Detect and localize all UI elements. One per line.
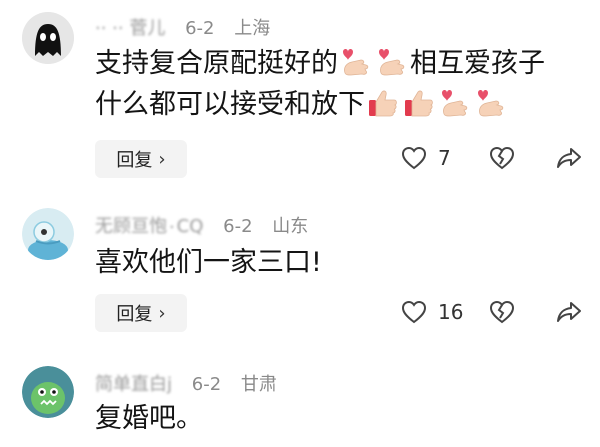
comment-text-line1: 支持复合原配挺好的 [95,48,338,79]
comment-meta: 简单直白j 6-2 甘肃 [95,370,277,396]
ghost-avatar-icon [22,12,74,64]
comment-text: 复婚吧。 [95,400,203,438]
comment-meta: ·· ·· 菅儿 6-2 上海 [95,14,270,40]
broken-heart-icon [489,300,515,324]
comment-date: 6-2 [185,18,215,39]
finger-heart-emoji [379,49,405,76]
share-arrow-icon [557,148,581,168]
comment-location: 山东 [272,216,309,237]
username[interactable]: 简单直白j [95,374,172,395]
comment-text-2: 什么都可以接受和放下 [95,86,509,124]
like-count: 7 [438,146,451,170]
username[interactable]: ·· ·· 菅儿 [95,18,165,39]
comment-text-line1b: 相互爱孩子 [410,48,545,79]
dislike-button[interactable] [488,298,516,326]
finger-heart-emoji [343,49,369,76]
comment-text: 喜欢他们一家三口! [95,244,322,282]
username[interactable]: 无顾亘怉۰CQ [95,216,203,237]
broken-heart-icon [489,146,515,170]
reply-label: 回复 [116,304,153,325]
like-button[interactable]: 7 [400,144,451,172]
thumbs-up-emoji [405,90,433,117]
reply-label: 回复 [116,150,153,171]
comment-3: 简单直白j 6-2 甘肃 复婚吧。 [0,358,600,447]
cartoon-avatar-icon [22,208,74,260]
share-button[interactable] [555,298,583,326]
heart-outline-icon [401,146,427,170]
avatar[interactable] [22,366,74,418]
comment-meta: 无顾亘怉۰CQ 6-2 山东 [95,212,308,238]
comment-2: 无顾亘怉۰CQ 6-2 山东 喜欢他们一家三口! 回复 › 16 [0,200,600,350]
chevron-right-icon: › [158,302,166,324]
comment-text-line1: 喜欢他们一家三口! [95,247,322,278]
share-button[interactable] [555,144,583,172]
comment-location: 上海 [234,18,271,39]
chevron-right-icon: › [158,148,166,170]
comment-1: ·· ·· 菅儿 6-2 上海 支持复合原配挺好的 相互爱孩子 什么都可以接受和放… [0,0,600,190]
comment-text: 支持复合原配挺好的 相互爱孩子 [95,45,545,83]
reply-button[interactable]: 回复 › [95,294,187,332]
comment-text-line2: 什么都可以接受和放下 [95,89,365,120]
heart-outline-icon [401,300,427,324]
finger-heart-emoji [478,90,504,117]
thumbs-up-emoji [369,90,397,117]
like-count: 16 [438,300,464,324]
share-arrow-icon [557,302,581,322]
comment-date: 6-2 [223,216,253,237]
dislike-button[interactable] [488,144,516,172]
finger-heart-emoji [442,90,468,117]
like-button[interactable]: 16 [400,298,463,326]
reply-button[interactable]: 回复 › [95,140,187,178]
comment-date: 6-2 [191,374,222,395]
comment-text-line1: 复婚吧。 [95,403,203,434]
comment-location: 甘肃 [240,374,277,395]
avatar[interactable] [22,12,74,64]
avatar[interactable] [22,208,74,260]
green-monster-avatar-icon [22,366,74,418]
